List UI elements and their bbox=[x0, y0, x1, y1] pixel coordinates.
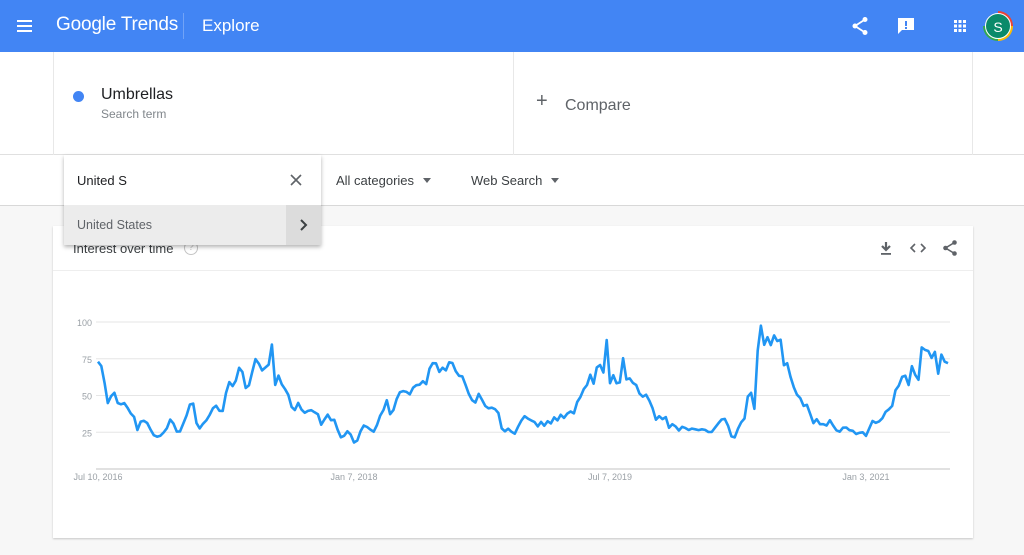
embed-code-icon[interactable] bbox=[908, 238, 928, 258]
interest-over-time-card: Interest over time ? bbox=[53, 226, 973, 538]
geo-suggestion-item[interactable]: United States bbox=[64, 205, 321, 245]
geo-picker: United States bbox=[64, 155, 321, 245]
compare-label: Compare bbox=[565, 97, 631, 114]
category-value: All categories bbox=[336, 173, 415, 188]
category-dropdown[interactable]: All categories bbox=[336, 173, 432, 188]
property-value: Web Search bbox=[471, 173, 543, 188]
avatar-initial: S bbox=[985, 13, 1011, 39]
logo-brand: Google bbox=[56, 14, 117, 35]
share-icon[interactable] bbox=[940, 238, 960, 258]
term-type: Search term bbox=[101, 107, 167, 121]
compare-button[interactable]: + Compare bbox=[513, 52, 973, 155]
feedback-icon[interactable] bbox=[894, 14, 918, 38]
logo-product: Trends bbox=[120, 14, 179, 35]
plus-icon: + bbox=[536, 90, 548, 112]
apps-grid-icon[interactable] bbox=[948, 14, 972, 38]
search-term-card[interactable]: Umbrellas Search term bbox=[53, 52, 513, 155]
property-dropdown[interactable]: Web Search bbox=[471, 173, 560, 188]
chevron-right-icon[interactable] bbox=[286, 205, 321, 245]
google-trends-logo[interactable]: Google Trends bbox=[56, 14, 178, 36]
card-divider bbox=[53, 270, 973, 271]
top-app-bar: Google Trends Explore S bbox=[0, 0, 1024, 52]
term-name[interactable]: Umbrellas bbox=[101, 86, 173, 104]
close-icon[interactable] bbox=[288, 172, 304, 188]
term-color-dot bbox=[73, 91, 84, 102]
share-icon[interactable] bbox=[848, 14, 872, 38]
header-divider bbox=[183, 13, 184, 39]
menu-icon[interactable] bbox=[14, 14, 38, 38]
page-title: Explore bbox=[202, 16, 260, 35]
geo-suggestion-label: United States bbox=[77, 218, 153, 232]
geo-search-input[interactable] bbox=[64, 155, 321, 205]
caret-down-icon bbox=[551, 178, 560, 183]
download-icon[interactable] bbox=[876, 238, 896, 258]
account-avatar[interactable]: S bbox=[983, 11, 1013, 41]
search-terms-bar: Umbrellas Search term + Compare bbox=[0, 52, 1024, 155]
caret-down-icon bbox=[423, 178, 432, 183]
